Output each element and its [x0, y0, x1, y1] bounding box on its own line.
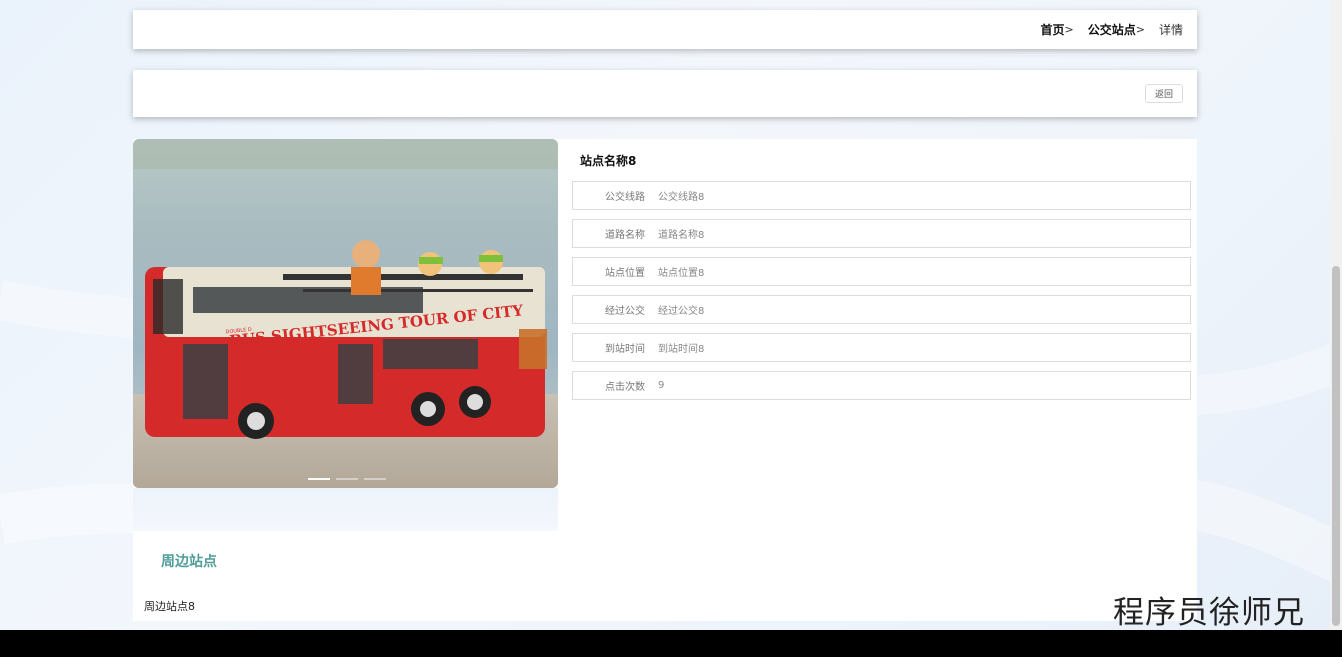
field-label: 到站时间: [605, 344, 645, 355]
nearby-title: 周边站点: [161, 554, 217, 570]
bus-photo: BUS SIGHTSEEING TOUR OF CITY DOUBLE D: [133, 139, 558, 488]
station-detail: BUS SIGHTSEEING TOUR OF CITY DOUBLE D 站点…: [133, 139, 1197, 531]
field-label: 点击次数: [605, 382, 645, 393]
station-info: 站点名称8 公交线路 公交线路8 道路名称 道路名称8 站点位置 站点位置8 经…: [572, 139, 1191, 409]
carousel-dot[interactable]: [364, 478, 386, 480]
breadcrumb-separator: >: [1064, 23, 1074, 36]
carousel-dot[interactable]: [336, 478, 358, 480]
bottom-strip: [0, 630, 1342, 657]
field-value: 站点位置8: [658, 268, 705, 279]
scrollbar[interactable]: [1330, 0, 1342, 630]
field-label: 道路名称: [605, 230, 645, 241]
breadcrumb-bar: 首页 > 公交站点 > 详情: [133, 10, 1197, 49]
station-name: 站点名称8: [580, 154, 637, 168]
station-photo-carousel[interactable]: BUS SIGHTSEEING TOUR OF CITY DOUBLE D: [133, 139, 558, 488]
field-label: 公交线路: [605, 192, 645, 203]
breadcrumb: 首页 > 公交站点 > 详情: [1041, 10, 1183, 49]
nearby-content: 周边站点8: [144, 600, 195, 613]
breadcrumb-current: 详情: [1158, 23, 1183, 37]
field-row-road-name: 道路名称 道路名称8: [572, 219, 1191, 248]
page: 首页 > 公交站点 > 详情 返回 BUS SIGHTSEEING TOUR O…: [0, 0, 1330, 630]
field-label: 站点位置: [605, 268, 645, 279]
field-value: 道路名称8: [658, 230, 705, 241]
watermark: 程序员徐师兄: [1113, 595, 1305, 631]
field-row-passing-buses: 经过公交 经过公交8: [572, 295, 1191, 324]
field-row-click-count: 点击次数 9: [572, 371, 1191, 400]
back-button[interactable]: 返回: [1145, 84, 1183, 103]
field-label: 经过公交: [605, 306, 645, 317]
field-value: 公交线路8: [658, 192, 705, 203]
field-value: 9: [658, 380, 665, 391]
field-row-arrival-time: 到站时间 到站时间8: [572, 333, 1191, 362]
nearby-stations: 周边站点 周边站点8: [133, 531, 1197, 621]
field-value: 到站时间8: [658, 344, 705, 355]
action-bar: 返回: [133, 70, 1197, 117]
breadcrumb-separator: >: [1135, 23, 1145, 36]
field-row-bus-line: 公交线路 公交线路8: [572, 181, 1191, 210]
breadcrumb-section[interactable]: 公交站点: [1088, 21, 1136, 38]
scrollbar-thumb[interactable]: [1332, 266, 1340, 626]
photo-shadow: [133, 488, 558, 531]
field-value: 经过公交8: [658, 306, 705, 317]
carousel-indicators: [308, 478, 386, 480]
carousel-dot[interactable]: [308, 478, 330, 480]
breadcrumb-home[interactable]: 首页: [1041, 21, 1065, 38]
toy-bus: BUS SIGHTSEEING TOUR OF CITY DOUBLE D: [145, 240, 547, 439]
field-row-location: 站点位置 站点位置8: [572, 257, 1191, 286]
